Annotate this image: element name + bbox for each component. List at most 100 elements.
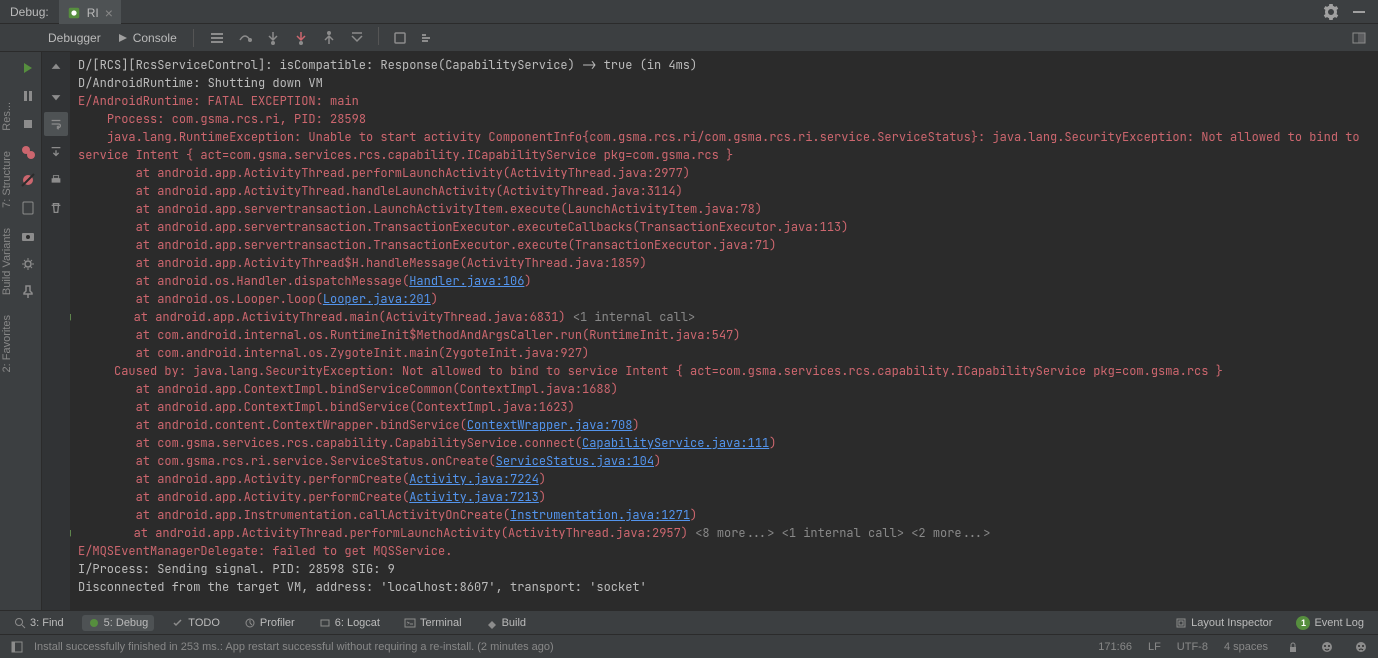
log-line: at android.app.Activity.performCreate( bbox=[78, 489, 409, 505]
debug-top-bar: Debug: RI × bbox=[0, 0, 1378, 24]
minimize-icon[interactable] bbox=[1350, 3, 1368, 21]
log-line: D/[RCS][RcsServiceControl]: isCompatible… bbox=[78, 57, 697, 73]
screenshot-button[interactable] bbox=[16, 224, 40, 248]
app-icon bbox=[67, 6, 81, 20]
status-message: Install successfully finished in 253 ms.… bbox=[34, 641, 554, 653]
rerun-button[interactable] bbox=[16, 56, 40, 80]
get-thread-dump-button[interactable] bbox=[16, 196, 40, 220]
log-line: at android.os.Looper.loop( bbox=[78, 291, 323, 307]
source-link[interactable]: Instrumentation.java:1271 bbox=[510, 507, 690, 523]
log-line: Process: com.gsma.rcs.ri, PID: 28598 bbox=[78, 111, 366, 127]
source-link[interactable]: Handler.java:106 bbox=[409, 273, 524, 289]
print-button[interactable] bbox=[44, 168, 68, 192]
log-line: at com.android.internal.os.RuntimeInit$M… bbox=[78, 327, 740, 343]
indent-setting[interactable]: 4 spaces bbox=[1224, 641, 1268, 653]
find-tool[interactable]: 3: Find bbox=[8, 615, 70, 631]
log-line: at android.app.ActivityThread$H.handleMe… bbox=[78, 255, 647, 271]
tab-label: RI bbox=[87, 6, 99, 20]
event-log-tool[interactable]: 1Event Log bbox=[1290, 614, 1370, 632]
debug-config-tab[interactable]: RI × bbox=[59, 0, 121, 24]
debug-tool[interactable]: 5: Debug bbox=[82, 615, 155, 631]
mute-breakpoints-button[interactable] bbox=[16, 168, 40, 192]
expand-icon[interactable] bbox=[1348, 27, 1370, 49]
log-line: Disconnected from the target VM, address… bbox=[78, 579, 647, 595]
favorites-tab[interactable]: 2: Favorites bbox=[1, 315, 13, 372]
build-tool[interactable]: Build bbox=[480, 615, 532, 631]
file-encoding[interactable]: UTF-8 bbox=[1177, 641, 1208, 653]
debug-subtoolbar: Debugger Console bbox=[0, 24, 1378, 52]
log-line: at android.app.servertransaction.LaunchA… bbox=[78, 201, 762, 217]
terminal-tool[interactable]: Terminal bbox=[398, 615, 468, 631]
force-step-into-icon[interactable] bbox=[290, 27, 312, 49]
source-link[interactable]: Activity.java:7224 bbox=[409, 471, 539, 487]
step-into-icon[interactable] bbox=[262, 27, 284, 49]
debug-label: Debug: bbox=[0, 5, 59, 19]
debugger-tab[interactable]: Debugger bbox=[44, 31, 105, 45]
folded-indicator[interactable]: <8 more...> <1 internal call> <2 more...… bbox=[695, 525, 990, 541]
inspection-icon[interactable] bbox=[1318, 638, 1336, 656]
view-breakpoints-button[interactable] bbox=[16, 140, 40, 164]
status-bar: Install successfully finished in 253 ms.… bbox=[0, 634, 1378, 658]
res-manager-tab[interactable]: Res... bbox=[1, 102, 13, 131]
source-link[interactable]: Activity.java:7213 bbox=[409, 489, 539, 505]
todo-tool[interactable]: TODO bbox=[166, 615, 226, 631]
lock-icon[interactable] bbox=[1284, 638, 1302, 656]
log-line: at android.app.ContextImpl.bindServiceCo… bbox=[78, 381, 618, 397]
log-line: Caused by: java.lang.SecurityException: … bbox=[78, 363, 1223, 379]
log-line: E/AndroidRuntime: FATAL EXCEPTION: main bbox=[78, 93, 359, 109]
console-output[interactable]: D/[RCS][RcsServiceControl]: isCompatible… bbox=[70, 52, 1378, 610]
structure-tab[interactable]: 7: Structure bbox=[1, 151, 13, 208]
log-line: at android.app.servertransaction.Transac… bbox=[78, 219, 848, 235]
soft-wrap-button[interactable] bbox=[44, 112, 68, 136]
profiler-tool[interactable]: Profiler bbox=[238, 615, 301, 631]
log-line: java.lang.RuntimeException: Unable to st… bbox=[78, 129, 1367, 163]
trace-icon[interactable] bbox=[417, 27, 439, 49]
pin-button[interactable] bbox=[16, 280, 40, 304]
stop-button[interactable] bbox=[16, 112, 40, 136]
drop-frame-icon[interactable] bbox=[346, 27, 368, 49]
console-tab[interactable]: Console bbox=[113, 31, 181, 45]
step-over-icon[interactable] bbox=[234, 27, 256, 49]
settings-button[interactable] bbox=[16, 252, 40, 276]
source-link[interactable]: Looper.java:201 bbox=[323, 291, 431, 307]
log-line: I/Process: Sending signal. PID: 28598 SI… bbox=[78, 561, 395, 577]
line-separator[interactable]: LF bbox=[1148, 641, 1161, 653]
scroll-to-end-button[interactable] bbox=[44, 140, 68, 164]
log-line: D/AndroidRuntime: Shutting down VM bbox=[78, 75, 323, 91]
logcat-tool[interactable]: 6: Logcat bbox=[313, 615, 386, 631]
source-link[interactable]: CapabilityService.java:111 bbox=[582, 435, 769, 451]
layout-inspector-tool[interactable]: Layout Inspector bbox=[1169, 615, 1278, 631]
step-out-icon[interactable] bbox=[318, 27, 340, 49]
log-line: at com.android.internal.os.ZygoteInit.ma… bbox=[78, 345, 589, 361]
source-link[interactable]: ContextWrapper.java:708 bbox=[467, 417, 633, 433]
log-line: at com.gsma.services.rcs.capability.Capa… bbox=[78, 435, 582, 451]
pause-button[interactable] bbox=[16, 84, 40, 108]
tool-windows-icon[interactable] bbox=[8, 638, 26, 656]
scroll-up-button[interactable] bbox=[44, 56, 68, 80]
bottom-tool-stripe: 3: Find 5: Debug TODO Profiler 6: Logcat… bbox=[0, 610, 1378, 634]
log-line: at com.gsma.rcs.ri.service.ServiceStatus… bbox=[78, 453, 496, 469]
threads-icon[interactable] bbox=[206, 27, 228, 49]
log-line: at android.app.Instrumentation.callActiv… bbox=[78, 507, 510, 523]
log-line: at android.content.ContextWrapper.bindSe… bbox=[78, 417, 467, 433]
log-line: at android.app.ActivityThread.main(Activ… bbox=[76, 309, 573, 325]
log-line: at android.app.ActivityThread.handleLaun… bbox=[78, 183, 683, 199]
build-variants-tab[interactable]: Build Variants bbox=[1, 228, 13, 295]
evaluate-icon[interactable] bbox=[389, 27, 411, 49]
log-line: at android.os.Handler.dispatchMessage( bbox=[78, 273, 409, 289]
log-line: at android.app.ActivityThread.performLau… bbox=[76, 525, 695, 541]
folded-indicator[interactable]: <1 internal call> bbox=[573, 309, 695, 325]
memory-indicator-icon[interactable] bbox=[1352, 638, 1370, 656]
debug-actions-column bbox=[14, 52, 42, 610]
source-link[interactable]: ServiceStatus.java:104 bbox=[496, 453, 654, 469]
log-line: E/MQSEventManagerDelegate: failed to get… bbox=[78, 543, 452, 559]
caret-position[interactable]: 171:66 bbox=[1098, 641, 1132, 653]
clear-button[interactable] bbox=[44, 196, 68, 220]
close-icon[interactable]: × bbox=[105, 5, 113, 21]
console-gutter bbox=[42, 52, 70, 610]
log-line: at android.app.servertransaction.Transac… bbox=[78, 237, 776, 253]
log-line: at android.app.ActivityThread.performLau… bbox=[78, 165, 690, 181]
log-line: at android.app.ContextImpl.bindService(C… bbox=[78, 399, 575, 415]
gear-icon[interactable] bbox=[1322, 3, 1340, 21]
scroll-down-button[interactable] bbox=[44, 84, 68, 108]
